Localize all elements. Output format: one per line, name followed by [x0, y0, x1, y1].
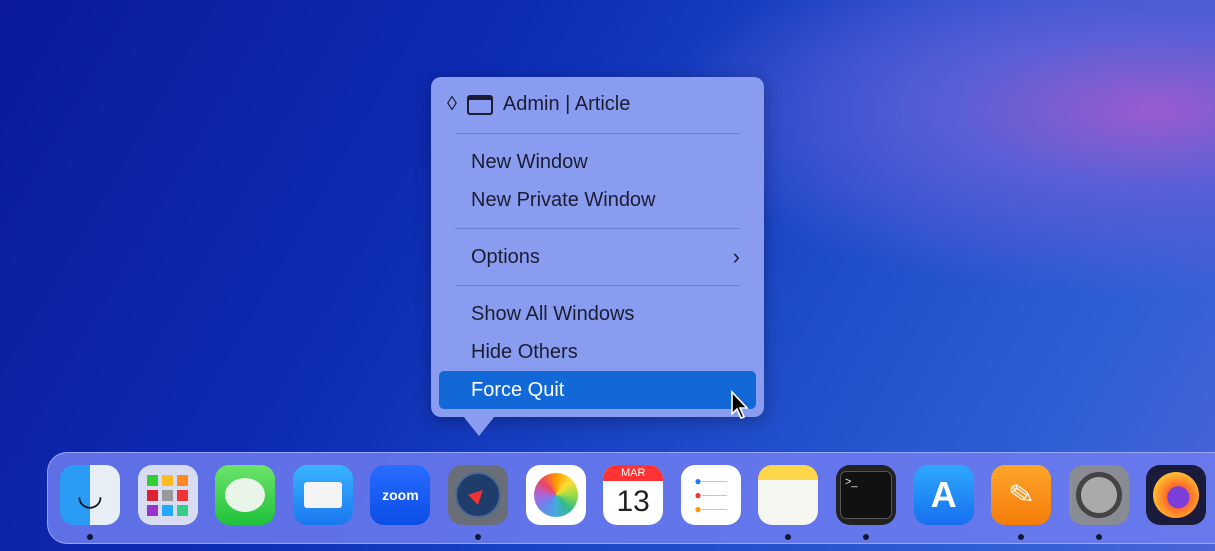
options-label: Options: [471, 246, 540, 268]
launchpad-icon-part: [147, 504, 159, 516]
window-title: Admin | Article: [502, 93, 631, 115]
menu-item-new-private-window[interactable]: New Private Window: [439, 181, 756, 219]
calendar-icon-part: 13: [616, 485, 650, 518]
dock-app-zoom[interactable]: zoom: [370, 465, 431, 525]
dock-app-pages[interactable]: ✎: [991, 465, 1052, 525]
app-store-icon-part: A: [930, 474, 957, 515]
dock-app-firefox[interactable]: [1146, 465, 1207, 525]
menu-item-new-window[interactable]: New Window: [439, 143, 756, 181]
messages-icon-part: [225, 478, 266, 512]
running-indicator: [863, 534, 869, 540]
diamond-icon: ◊: [447, 93, 457, 115]
dock-app-notes[interactable]: [758, 465, 819, 525]
launchpad-icon-part: [177, 489, 189, 501]
menu-item-options[interactable]: Options ›: [439, 238, 756, 276]
safari-icon-part: ▲: [448, 465, 508, 525]
mail-icon-part: [303, 482, 342, 508]
dock-app-calendar[interactable]: MAR 13: [603, 465, 664, 525]
reminders-icon-part: ●: [694, 488, 702, 502]
running-indicator: [475, 534, 481, 540]
launchpad-icon-part: [162, 504, 174, 516]
chevron-right-icon: ›: [732, 244, 740, 269]
running-indicator: [87, 534, 93, 540]
reminders-icon-part: ●─── ●─── ●───: [694, 474, 728, 516]
dock-app-reminders[interactable]: ●─── ●─── ●───: [680, 465, 741, 525]
separator: [455, 285, 740, 286]
terminal-icon-part: >_: [840, 471, 892, 519]
dock-app-launchpad[interactable]: [137, 465, 198, 525]
separator: [455, 228, 740, 229]
reminders-icon-part: ●: [694, 502, 702, 516]
dock-app-messages[interactable]: [215, 465, 276, 525]
dock-app-safari[interactable]: ▲: [448, 465, 508, 525]
launchpad-icon-part: [177, 504, 189, 516]
system-settings-icon-part: [1075, 472, 1122, 518]
menu-item-force-quit[interactable]: Force Quit: [439, 371, 756, 409]
dock-app-finder[interactable]: ◡: [60, 465, 120, 525]
reminders-icon-part: ●: [694, 474, 702, 488]
menu-pointer: [463, 416, 495, 436]
photos-icon-part: [533, 473, 578, 517]
launchpad-icon-part: [147, 489, 159, 501]
menu-item-show-all-windows[interactable]: Show All Windows: [439, 295, 756, 333]
menu-item-hide-others[interactable]: Hide Others: [439, 333, 756, 371]
dock-app-mail[interactable]: [292, 465, 353, 525]
dock-app-app-store[interactable]: A: [913, 465, 974, 525]
dock-app-system-settings[interactable]: [1068, 465, 1129, 525]
dock-app-terminal[interactable]: >_: [836, 465, 896, 525]
window-icon: [466, 94, 493, 115]
launchpad-icon-part: [147, 474, 159, 486]
menu-title[interactable]: ◊ Admin | Article: [447, 93, 630, 116]
firefox-icon-part: [1153, 472, 1200, 518]
launchpad-icon-part: [147, 474, 189, 516]
mouse-cursor-icon: [731, 390, 749, 419]
separator: [455, 133, 740, 134]
launchpad-icon-part: [177, 474, 189, 486]
running-indicator: [1095, 534, 1102, 540]
dock-app-photos[interactable]: [525, 465, 586, 525]
context-menu: ◊ Admin | Article New Window New Private…: [431, 77, 764, 417]
launchpad-icon-part: [162, 474, 174, 486]
finder-icon-part: ◡: [76, 478, 104, 512]
launchpad-icon-part: [162, 489, 174, 501]
calendar-icon-part: MAR: [603, 465, 664, 481]
zoom-icon-part: zoom: [382, 487, 419, 503]
pages-icon-part: ✎: [1005, 476, 1037, 514]
